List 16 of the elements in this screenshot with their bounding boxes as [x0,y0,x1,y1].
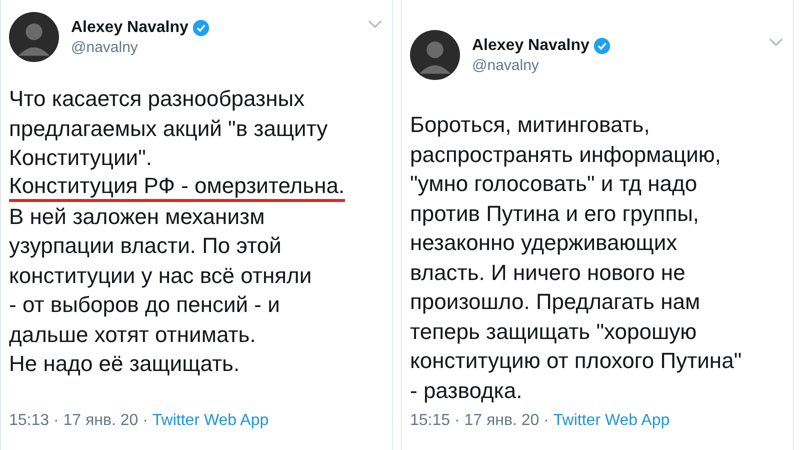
tweet-text: Что касается разнообразных предлагаемых акций "в защиту Конституции". [9,85,329,172]
avatar-icon [9,12,59,62]
tweet-text: Конституция РФ - омерзительна. [9,172,345,202]
tweet-time: 15:15 · 17 янв. 20 · [410,412,550,429]
tweet-time: 15:13 · 17 янв. 20 · [9,412,149,429]
chevron-icon[interactable] [769,38,783,46]
chevron-icon[interactable] [368,20,382,28]
author-handle[interactable]: @navalny [71,38,356,56]
source-link[interactable]: Twitter Web App [152,412,269,429]
source-link[interactable]: Twitter Web App [553,412,670,429]
avatar-icon [410,30,460,80]
author-name[interactable]: Alexey Navalny [472,36,590,54]
author-name[interactable]: Alexey Navalny [71,18,188,36]
tweet-text: Бороться, митинговать, распространять информацию, "умно голосовать" и тд надо против Путина и его группы, незаконно удерживающих власть. И ничего нового не произошло. Предлагать нам теперь защищать "хорошую конституцию от плохого Путина" - разводка. [410,111,743,405]
tweet-text: В ней заложен механизм узурпации власти. По этой конституции у нас всё отняли - от выборов до пенсий - и дальше хотят отнимать. Не надо её защищать. [9,202,313,378]
author-handle[interactable]: @navalny [472,56,757,74]
